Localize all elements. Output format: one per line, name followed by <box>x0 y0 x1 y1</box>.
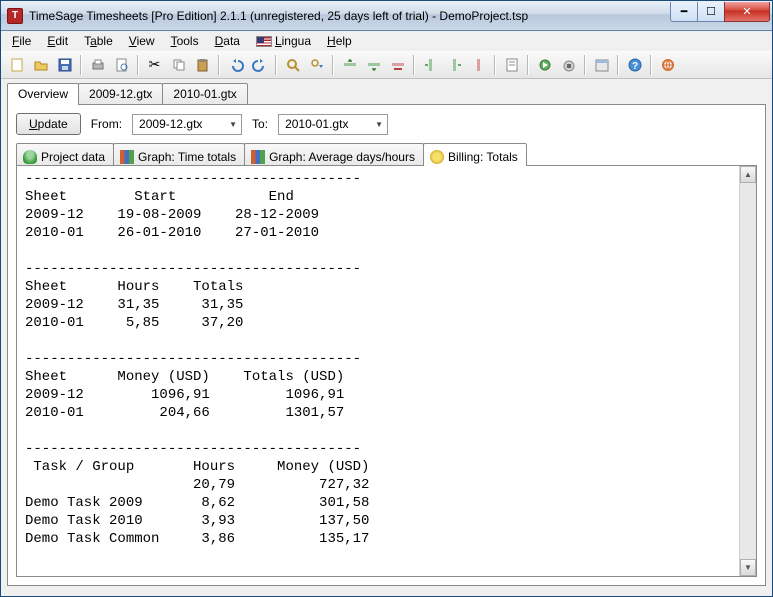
to-label: To: <box>252 117 268 131</box>
properties-button[interactable] <box>500 54 523 76</box>
cut-button[interactable]: ✂ <box>143 54 166 76</box>
toolbar: ✂ ? <box>1 51 772 79</box>
find-next-button[interactable] <box>305 54 328 76</box>
copy-button[interactable] <box>167 54 190 76</box>
preview-button[interactable] <box>110 54 133 76</box>
to-value: 2010-01.gtx <box>285 117 348 131</box>
menu-lingua[interactable]: Lingua <box>249 32 318 50</box>
menu-edit[interactable]: Edit <box>40 32 75 50</box>
help-button[interactable]: ? <box>623 54 646 76</box>
bar-chart-icon <box>251 150 265 164</box>
tab-graph-avg[interactable]: Graph: Average days/hours <box>244 143 424 166</box>
new-button[interactable] <box>5 54 28 76</box>
close-button[interactable]: ✕ <box>724 2 770 22</box>
tab-project-data[interactable]: Project data <box>16 143 114 166</box>
window-title: TimeSage Timesheets [Pro Edition] 2.1.1 … <box>29 9 671 23</box>
vertical-scrollbar[interactable]: ▲ ▼ <box>739 166 756 576</box>
menubar: File Edit Table View Tools Data Lingua H… <box>1 31 772 51</box>
billing-report[interactable]: ----------------------------------------… <box>17 166 739 576</box>
from-label: From: <box>91 117 122 131</box>
dropdown-icon: ▼ <box>229 120 237 129</box>
to-combo[interactable]: 2010-01.gtx ▼ <box>278 114 388 135</box>
report-container: ----------------------------------------… <box>16 165 757 577</box>
file-tabstrip: Overview 2009-12.gtx 2010-01.gtx <box>7 83 766 105</box>
minimize-button[interactable]: ━ <box>670 2 698 22</box>
delete-col-button[interactable] <box>467 54 490 76</box>
menu-view[interactable]: View <box>122 32 162 50</box>
scroll-track[interactable] <box>740 183 756 559</box>
database-icon <box>23 150 37 164</box>
menu-tools[interactable]: Tools <box>164 32 206 50</box>
insert-col-after-button[interactable] <box>443 54 466 76</box>
maximize-button[interactable]: ☐ <box>697 2 725 22</box>
save-button[interactable] <box>53 54 76 76</box>
insert-row-before-button[interactable] <box>338 54 361 76</box>
controls-row: Update From: 2009-12.gtx ▼ To: 2010-01.g… <box>16 113 757 135</box>
from-combo[interactable]: 2009-12.gtx ▼ <box>132 114 242 135</box>
flag-icon <box>256 36 272 47</box>
delete-row-button[interactable] <box>386 54 409 76</box>
app-icon: T <box>7 8 23 24</box>
dropdown-icon: ▼ <box>375 120 383 129</box>
overview-panel: Update From: 2009-12.gtx ▼ To: 2010-01.g… <box>7 104 766 586</box>
app-window: T TimeSage Timesheets [Pro Edition] 2.1.… <box>0 0 773 597</box>
menu-data[interactable]: Data <box>208 32 247 50</box>
home-button[interactable] <box>656 54 679 76</box>
open-button[interactable] <box>29 54 52 76</box>
overview-tabstrip: Project data Graph: Time totals Graph: A… <box>16 143 757 166</box>
start-timer-button[interactable] <box>533 54 556 76</box>
update-button[interactable]: Update <box>16 113 81 135</box>
redo-button[interactable] <box>248 54 271 76</box>
stop-timer-button[interactable] <box>557 54 580 76</box>
insert-col-before-button[interactable] <box>419 54 442 76</box>
tab-billing-totals[interactable]: Billing: Totals <box>423 143 527 166</box>
print-button[interactable] <box>86 54 109 76</box>
paste-button[interactable] <box>191 54 214 76</box>
tab-2010-01[interactable]: 2010-01.gtx <box>162 83 247 105</box>
scroll-down-button[interactable]: ▼ <box>740 559 756 576</box>
from-value: 2009-12.gtx <box>139 117 202 131</box>
svg-text:?: ? <box>631 61 637 72</box>
statusbar <box>1 592 772 596</box>
menu-file[interactable]: File <box>5 32 38 50</box>
undo-button[interactable] <box>224 54 247 76</box>
scroll-up-button[interactable]: ▲ <box>740 166 756 183</box>
titlebar[interactable]: T TimeSage Timesheets [Pro Edition] 2.1.… <box>1 1 772 31</box>
bar-chart-icon <box>120 150 134 164</box>
insert-row-after-button[interactable] <box>362 54 385 76</box>
menu-help[interactable]: Help <box>320 32 359 50</box>
calendar-button[interactable] <box>590 54 613 76</box>
billing-icon <box>430 150 444 164</box>
find-button[interactable] <box>281 54 304 76</box>
tab-graph-time[interactable]: Graph: Time totals <box>113 143 245 166</box>
tab-2009-12[interactable]: 2009-12.gtx <box>78 83 163 105</box>
content-area: Overview 2009-12.gtx 2010-01.gtx Update … <box>1 79 772 592</box>
menu-table[interactable]: Table <box>77 32 120 50</box>
tab-overview[interactable]: Overview <box>7 83 79 105</box>
